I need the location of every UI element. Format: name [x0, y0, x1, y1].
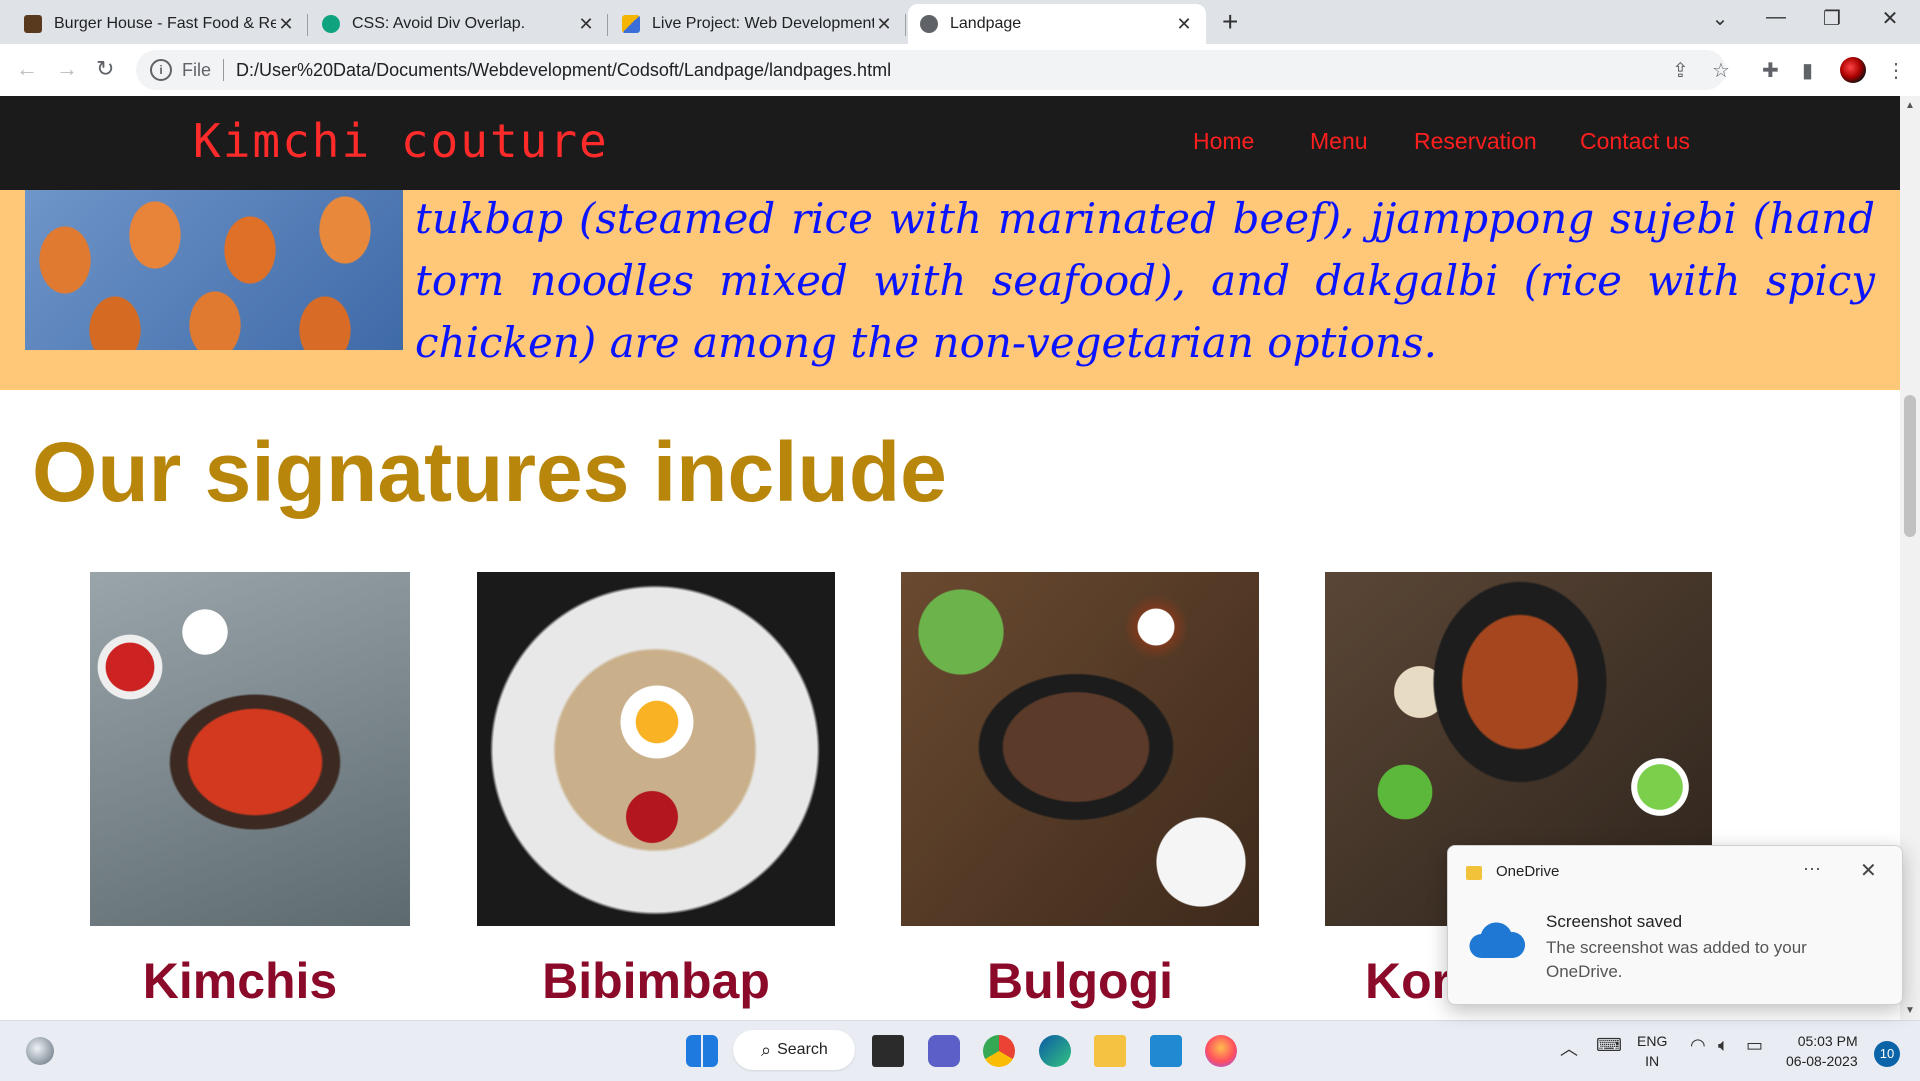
close-icon[interactable]: ✕ [276, 14, 296, 35]
burger-favicon-icon [24, 15, 42, 33]
tab-landpage[interactable]: Landpage ✕ [908, 4, 1206, 44]
close-icon[interactable]: ✕ [874, 14, 894, 35]
signatures-heading: Our signatures include [32, 425, 947, 519]
notification-heading: Screenshot saved [1546, 912, 1683, 931]
battery-icon[interactable]: ▭ [1746, 1035, 1763, 1056]
close-icon[interactable]: ✕ [576, 14, 596, 35]
tab-title: CSS: Avoid Div Overlap. [352, 15, 526, 32]
url-text[interactable]: D:/User%20Data/Documents/Webdevelopment/… [236, 60, 891, 81]
back-icon[interactable]: ← [16, 56, 38, 82]
file-explorer-icon[interactable] [1094, 1035, 1126, 1067]
onedrive-folder-icon [1466, 866, 1482, 880]
teams-chat-icon[interactable] [928, 1035, 960, 1067]
tab-strip: Burger House - Fast Food & Rest ✕ CSS: A… [0, 0, 1920, 44]
tab-title: Burger House - Fast Food & Rest [54, 15, 276, 32]
close-icon[interactable]: ✕ [1860, 858, 1877, 883]
tab-live-project[interactable]: Live Project: Web Development - ✕ [610, 4, 906, 44]
close-icon[interactable]: ✕ [1174, 14, 1194, 35]
tray-overflow-chevron-icon[interactable]: ︿ [1560, 1035, 1578, 1061]
chatgpt-favicon-icon [322, 15, 340, 33]
minimize-icon[interactable]: — [1756, 6, 1796, 29]
dish-photo [901, 572, 1259, 926]
more-options-icon[interactable]: ··· [1803, 858, 1821, 879]
nav-menu[interactable]: Menu [1310, 128, 1368, 155]
notification-body: The screenshot was added to your OneDriv… [1546, 938, 1807, 981]
tab-css-avoid-div[interactable]: CSS: Avoid Div Overlap. ✕ [310, 4, 608, 44]
vscode-icon[interactable] [1150, 1035, 1182, 1067]
dish-name: Bibimbap [542, 953, 770, 1009]
region-code: IN [1645, 1053, 1660, 1069]
system-clock[interactable]: 05:03 PM 06-08-2023 [1786, 1031, 1858, 1071]
dish-name: Kimchis [142, 953, 338, 1009]
about-section: tukbap (steamed rice with marinated beef… [0, 190, 1900, 390]
browser-toolbar: ← → ↻ i File D:/User%20Data/Documents/We… [0, 44, 1920, 97]
globe-icon [920, 15, 938, 33]
wifi-icon[interactable]: ◠ [1690, 1035, 1706, 1056]
nav-home[interactable]: Home [1193, 128, 1254, 155]
page-scrollbar[interactable]: ▲ ▼ [1900, 96, 1920, 1020]
window-close-icon[interactable]: ✕ [1870, 6, 1910, 31]
volume-icon[interactable]: 🔈︎ [1718, 1035, 1729, 1056]
clock-date: 06-08-2023 [1786, 1053, 1858, 1069]
forward-icon[interactable]: → [56, 56, 78, 82]
start-button-icon[interactable] [686, 1035, 718, 1067]
restore-icon[interactable]: ❐ [1812, 6, 1852, 31]
taskbar-search-label: Search [777, 1041, 828, 1058]
info-icon[interactable]: i [150, 59, 172, 81]
chrome-icon[interactable] [983, 1035, 1015, 1067]
language-code: ENG [1637, 1033, 1668, 1049]
notification-count-badge[interactable]: 10 [1874, 1041, 1900, 1067]
dish-photo [90, 572, 410, 926]
firefox-icon[interactable] [1205, 1035, 1237, 1067]
nav-reservation[interactable]: Reservation [1414, 128, 1537, 155]
windows-taskbar: ⌕ Search ︿ ⌨ ENG IN ◠ 🔈︎ ▭ 05:03 PM 06-0… [0, 1020, 1920, 1081]
dish-photo [477, 572, 835, 926]
scroll-up-arrow-icon[interactable]: ▲ [1905, 100, 1915, 111]
divider [223, 59, 225, 81]
share-icon[interactable]: ⇪ [1672, 58, 1689, 83]
tab-title: Landpage [950, 15, 1022, 32]
edge-icon[interactable] [1039, 1035, 1071, 1067]
address-scheme-label: File [182, 59, 212, 80]
new-tab-button[interactable]: + [1222, 6, 1238, 38]
dish-name: Bulgogi [986, 953, 1174, 1009]
keyboard-icon[interactable]: ⌨ [1596, 1035, 1622, 1056]
language-indicator[interactable]: ENG IN [1637, 1031, 1667, 1071]
clock-time: 05:03 PM [1797, 1033, 1858, 1049]
profile-avatar[interactable] [1840, 57, 1866, 83]
weather-widget-icon[interactable] [26, 1037, 54, 1065]
about-text: tukbap (steamed rice with marinated beef… [415, 194, 1875, 367]
tab-burger-house[interactable]: Burger House - Fast Food & Rest ✕ [12, 4, 308, 44]
reload-icon[interactable]: ↻ [96, 56, 114, 82]
address-bar[interactable]: i File D:/User%20Data/Documents/Webdevel… [136, 50, 1726, 90]
tab-search-chevron-icon[interactable]: ⌄ [1700, 6, 1740, 31]
notification-app-name: OneDrive [1496, 863, 1560, 880]
taskbar-search[interactable]: ⌕ Search [733, 1030, 855, 1070]
live-project-favicon-icon [622, 15, 640, 33]
food-photo [25, 190, 403, 350]
task-view-icon[interactable] [872, 1035, 904, 1067]
extensions-icon[interactable]: ✚ [1762, 58, 1779, 83]
nav-contact[interactable]: Contact us [1580, 128, 1690, 155]
side-panel-icon[interactable]: ▮ [1802, 58, 1813, 83]
tab-title: Live Project: Web Development - [652, 15, 874, 32]
star-icon[interactable]: ☆ [1712, 58, 1730, 83]
scroll-down-arrow-icon[interactable]: ▼ [1905, 1005, 1915, 1016]
scroll-thumb[interactable] [1904, 395, 1916, 537]
onedrive-cloud-icon [1469, 922, 1526, 959]
onedrive-notification[interactable]: OneDrive ··· ✕ Screenshot saved The scre… [1447, 845, 1903, 1005]
search-icon: ⌕ [761, 1039, 772, 1060]
site-brand[interactable]: Kimchi couture [193, 114, 609, 168]
site-navbar: Kimchi couture Home Menu Reservation Con… [0, 96, 1900, 190]
menu-kebab-icon[interactable]: ⋮ [1886, 58, 1906, 83]
